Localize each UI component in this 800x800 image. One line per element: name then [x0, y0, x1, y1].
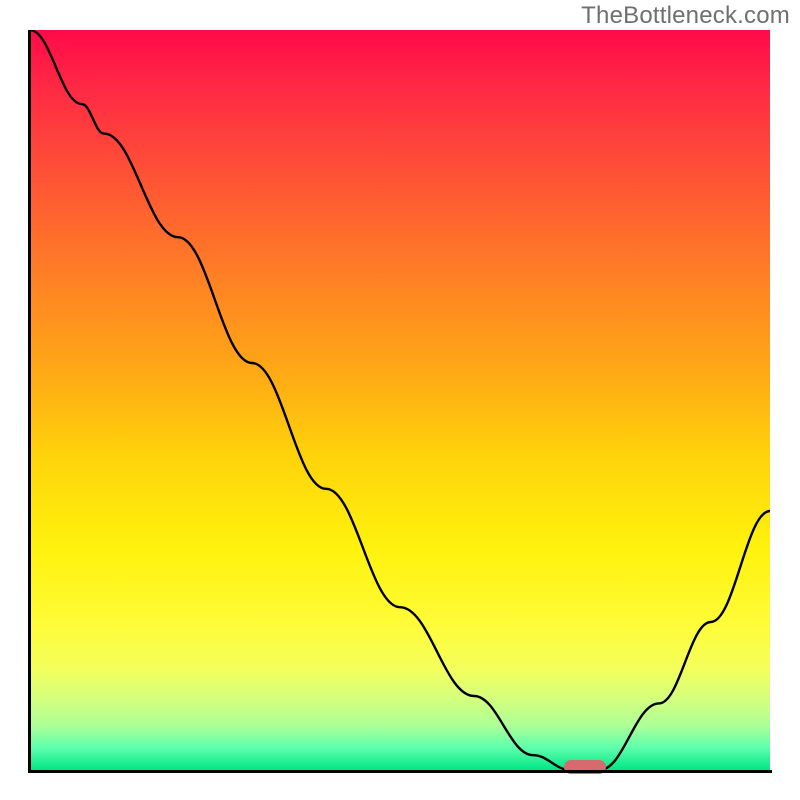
bottleneck-curve [30, 30, 770, 770]
plot-area [30, 30, 770, 770]
watermark-text: TheBottleneck.com [581, 2, 790, 30]
curve-svg [30, 30, 770, 770]
chart-container: TheBottleneck.com [0, 0, 800, 800]
x-axis [28, 770, 772, 773]
y-axis [28, 30, 31, 772]
